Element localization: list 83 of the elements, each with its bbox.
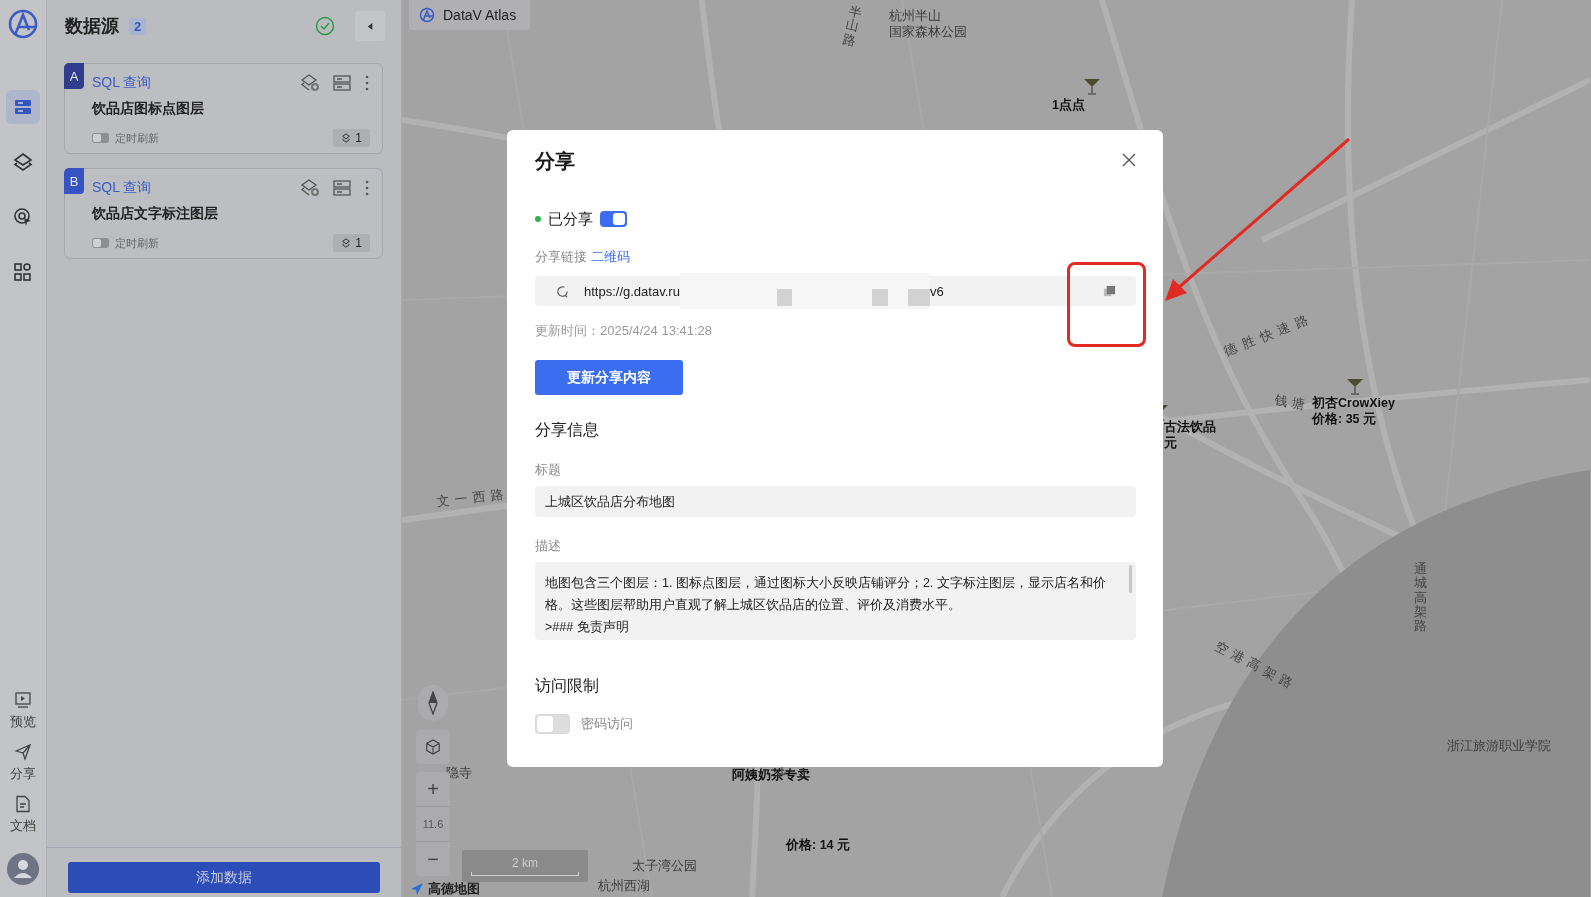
road-label: 钱塘 (1273, 392, 1310, 414)
play-screen-icon[interactable] (14, 691, 32, 709)
cocktail-glass-icon[interactable] (1082, 76, 1102, 96)
place-label: 杭州西湖 (598, 878, 650, 895)
table-icon[interactable] (332, 178, 352, 198)
preview-button[interactable]: 预览 (10, 691, 36, 731)
field-label: 标题 (535, 461, 562, 479)
compass-icon[interactable] (418, 685, 448, 721)
more-icon[interactable] (364, 178, 370, 198)
panel-title: 数据源 (65, 15, 119, 38)
refresh-label: 定时刷新 (115, 130, 159, 146)
update-share-button[interactable]: 更新分享内容 (535, 360, 683, 395)
dialog-title: 分享 (535, 148, 575, 174)
share-button[interactable]: 分享 (10, 743, 36, 783)
road-label: 半山路 (841, 4, 863, 49)
copy-icon[interactable] (1103, 284, 1116, 298)
section-heading: 分享信息 (535, 420, 600, 440)
description-field[interactable]: 地图包含三个图层：1. 图标点图层，通过图标大小反映店铺评分；2. 文字标注图层，显示店名和价格。这些图层帮助用户直观了解上城区饮品店的位置、评价及消费水平。 >### 免责声明 (535, 562, 1136, 640)
rail-label[interactable]: 预览 (10, 713, 36, 731)
poi-label: 价格: 14 元 (786, 838, 850, 854)
document-icon[interactable] (14, 795, 32, 813)
caret-icon[interactable] (365, 21, 375, 31)
data-source-card[interactable]: B SQL 查询 饮品店文字标注图层 定时刷新 1 (64, 168, 383, 259)
road-label: 德胜快速路 (1222, 309, 1317, 361)
logo-icon (419, 7, 435, 23)
shared-status: 已分享 (548, 209, 593, 229)
refresh-toggle[interactable] (92, 238, 109, 248)
docs-button[interactable]: 文档 (10, 795, 36, 835)
data-source-card[interactable]: A SQL 查询 饮品店图标点图层 定时刷新 1 (64, 63, 383, 154)
refresh-icon[interactable] (555, 283, 570, 299)
place-label: 杭州半山 国家森林公园 (889, 8, 967, 41)
layer-name: 饮品店文字标注图层 (92, 205, 219, 223)
place-label: 太子湾公园 (632, 858, 697, 875)
place-label: 浙江旅游职业学院 (1447, 738, 1551, 755)
table-icon[interactable] (332, 73, 352, 93)
password-toggle[interactable] (535, 714, 570, 734)
road-label: 通城高架路 (1414, 562, 1427, 634)
field-label: 描述 (535, 537, 562, 555)
map-provider-name: 高德地图 (428, 880, 480, 897)
update-time: 更新时间：2025/4/24 13:41:28 (535, 322, 714, 340)
rail-label[interactable]: 文档 (10, 817, 36, 835)
url-text: v6 (929, 283, 944, 299)
qr-code-link[interactable]: 二维码 (591, 248, 630, 266)
zoom-level: 11.6 (416, 806, 450, 842)
refresh-label: 定时刷新 (115, 235, 159, 251)
layer-count-badge: 1 (333, 234, 370, 252)
arrow-logo-icon (410, 882, 424, 896)
share-link-field[interactable]: https://g.datav.ru v6 (535, 276, 1136, 306)
poi-label: 古法饮品 元 (1164, 420, 1216, 452)
count-badge: 2 (129, 17, 147, 35)
database-icon[interactable] (6, 90, 40, 124)
poi-label: 初杏CrowXiey 价格: 35 元 (1312, 396, 1395, 428)
source-letter: B (64, 168, 84, 194)
section-heading: 访问限制 (535, 676, 600, 696)
source-letter: A (64, 63, 84, 89)
cocktail-glass-icon[interactable] (1345, 376, 1365, 396)
layer-name: 饮品店图标点图层 (92, 100, 205, 118)
add-data-button[interactable]: 添加数据 (68, 862, 380, 893)
poi-label: 1点点 (1052, 98, 1085, 114)
paper-plane-icon[interactable] (14, 743, 32, 761)
add-layer-icon[interactable] (300, 178, 320, 198)
zoom-in-button[interactable]: + (416, 772, 450, 806)
add-layer-icon[interactable] (300, 73, 320, 93)
source-type: SQL 查询 (92, 179, 152, 197)
scale-bar: 2 km (462, 850, 588, 882)
road-label: 文一西路 (436, 486, 510, 511)
more-icon[interactable] (364, 73, 370, 93)
title-field[interactable]: 上城区饮品店分布地图 (535, 486, 1136, 517)
logo-icon (7, 8, 39, 40)
cube-icon[interactable] (416, 730, 450, 764)
share-toggle[interactable] (600, 211, 627, 227)
avatar-icon[interactable] (7, 853, 39, 885)
url-text: https://g.datav.ru (584, 283, 680, 299)
brand-name: DataV Atlas (443, 7, 517, 23)
poi-label: 阿姨奶茶专卖 (732, 768, 810, 784)
zoom-out-button[interactable]: − (416, 842, 450, 876)
password-label: 密码访问 (581, 715, 633, 733)
source-type: SQL 查询 (92, 74, 152, 92)
layer-count-badge: 1 (333, 129, 370, 147)
rail-label[interactable]: 分享 (10, 765, 36, 783)
refresh-toggle[interactable] (92, 133, 109, 143)
road-label: 空港高架路 (1212, 638, 1300, 695)
link-label: 分享链接 (535, 248, 587, 266)
